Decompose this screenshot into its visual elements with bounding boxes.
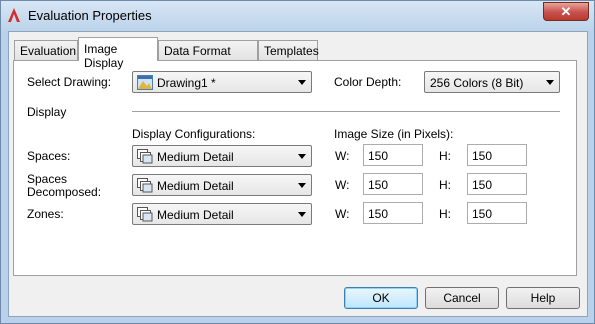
chevron-down-icon [298, 212, 306, 217]
spaces-width-label: W: [335, 149, 350, 163]
image-display-panel: Select Drawing: Drawing1 * Color Depth: … [13, 60, 577, 276]
dialog-window: Evaluation Properties ✕ Evaluation Image… [0, 0, 595, 324]
title-bar[interactable]: Evaluation Properties ✕ [1, 1, 594, 31]
spaces-decomposed-height-label: H: [439, 178, 451, 192]
spaces-config-value: Medium Detail [157, 150, 234, 164]
zones-width-input[interactable]: 150 [363, 202, 423, 224]
display-configurations-label: Display Configurations: [132, 127, 256, 141]
help-button[interactable]: Help [506, 287, 580, 309]
spaces-height-label: H: [439, 149, 451, 163]
tab-templates[interactable]: Templates [258, 40, 319, 60]
close-button[interactable]: ✕ [543, 2, 589, 21]
display-group-label: Display [27, 105, 67, 119]
chevron-down-icon [298, 183, 306, 188]
display-config-icon [137, 178, 153, 193]
spaces-decomposed-width-label: W: [335, 178, 350, 192]
display-config-icon [137, 149, 153, 164]
zones-height-label: H: [439, 207, 451, 221]
zones-width-label: W: [335, 207, 350, 221]
display-config-icon [137, 207, 153, 222]
spaces-label: Spaces: [27, 149, 71, 163]
tab-data-format-styles[interactable]: Data Format Styles [158, 40, 258, 72]
tab-label: Templates [264, 44, 319, 58]
zones-config-value: Medium Detail [157, 208, 234, 222]
select-drawing-dropdown[interactable]: Drawing1 * [132, 71, 312, 93]
color-depth-label: Color Depth: [334, 75, 402, 89]
image-size-label: Image Size (in Pixels): [334, 127, 454, 141]
color-depth-value: 256 Colors (8 Bit) [430, 76, 524, 90]
spaces-decomposed-config-value: Medium Detail [157, 179, 234, 193]
spaces-decomposed-width-input[interactable]: 150 [363, 173, 423, 195]
dialog-body: Evaluation Image Display Data Format Sty… [8, 31, 588, 317]
zones-config-dropdown[interactable]: Medium Detail [132, 203, 312, 225]
spaces-height-input[interactable]: 150 [467, 144, 527, 166]
tab-label: Evaluation [20, 44, 77, 58]
autocad-app-icon [8, 8, 20, 22]
window-title: Evaluation Properties [28, 8, 152, 23]
spaces-decomposed-label-line2: Decomposed: [27, 185, 102, 199]
close-icon: ✕ [560, 4, 572, 19]
color-depth-dropdown[interactable]: 256 Colors (8 Bit) [424, 71, 560, 93]
zones-label: Zones: [27, 207, 64, 221]
ok-button[interactable]: OK [344, 287, 418, 309]
spaces-decomposed-config-dropdown[interactable]: Medium Detail [132, 174, 312, 196]
spaces-decomposed-label-line1: Spaces [27, 172, 68, 186]
chevron-down-icon [546, 80, 554, 85]
select-drawing-label: Select Drawing: [27, 75, 112, 89]
drawing-icon [137, 75, 153, 90]
chevron-down-icon [298, 80, 306, 85]
spaces-width-input[interactable]: 150 [363, 144, 423, 166]
cancel-button[interactable]: Cancel [425, 287, 499, 309]
tab-label: Image Display [84, 42, 124, 70]
tab-image-display[interactable]: Image Display [78, 37, 158, 70]
zones-height-input[interactable]: 150 [467, 202, 527, 224]
display-separator [132, 111, 560, 112]
select-drawing-value: Drawing1 * [157, 76, 216, 90]
spaces-config-dropdown[interactable]: Medium Detail [132, 145, 312, 167]
chevron-down-icon [298, 154, 306, 159]
spaces-decomposed-height-input[interactable]: 150 [467, 173, 527, 195]
tab-evaluation[interactable]: Evaluation [14, 40, 78, 60]
